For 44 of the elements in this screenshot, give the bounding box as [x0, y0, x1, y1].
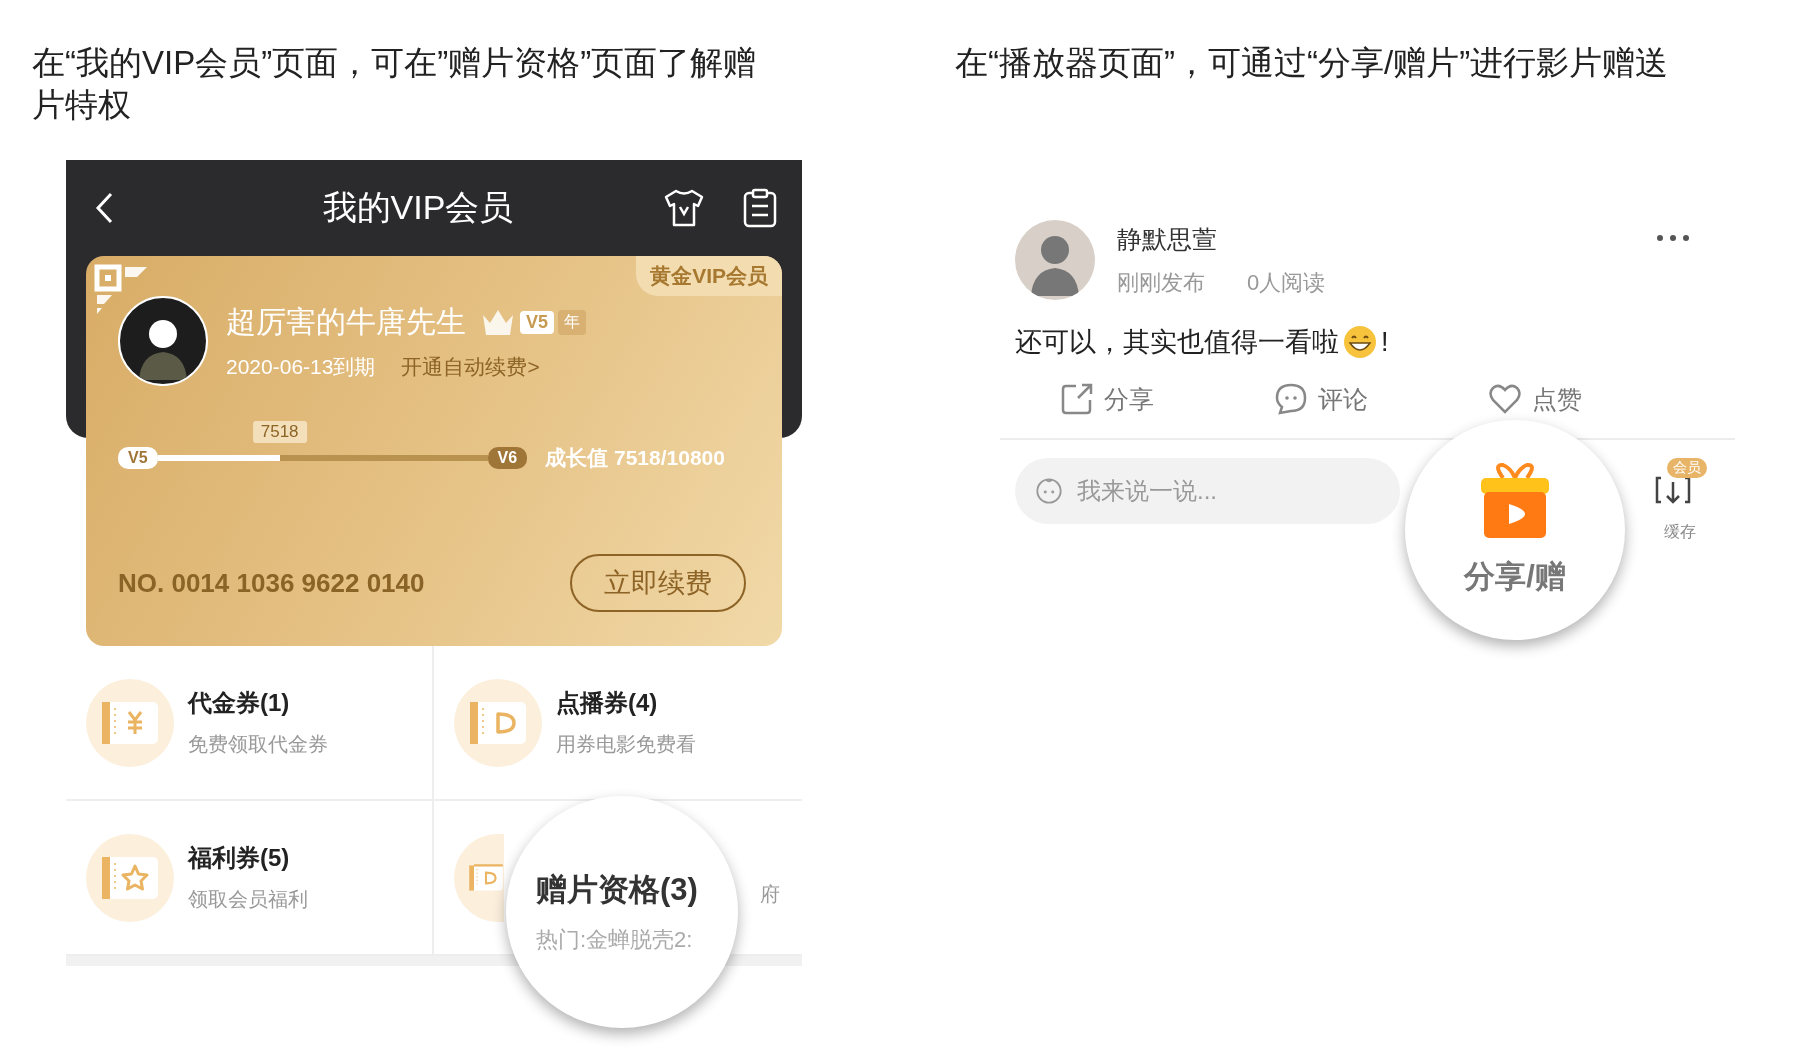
- post-time: 刚刚发布: [1117, 268, 1205, 297]
- coupon-title: 点播券(4): [556, 688, 659, 718]
- grin-emoji-icon: [1343, 325, 1377, 359]
- heart-icon: [1488, 382, 1522, 416]
- coupon-title: 福利券(5): [188, 843, 291, 873]
- author-name[interactable]: 静默思萱: [1117, 222, 1634, 256]
- growth-value: 成长值 7518/10800: [545, 445, 725, 471]
- tier-badge: 黄金VIP会员: [636, 256, 782, 296]
- clipboard-icon[interactable]: [742, 188, 778, 228]
- coupon-description: 免费领取代金券: [188, 732, 328, 757]
- year-badge: 年: [558, 309, 587, 335]
- page-title: 我的VIP会员: [321, 187, 515, 228]
- level-badge: V6: [487, 447, 528, 469]
- cache-button[interactable]: 会员 缓存: [1653, 458, 1707, 543]
- coupon-title: 代金券(1): [188, 688, 291, 718]
- comment-icon: [1274, 382, 1308, 416]
- renew-button[interactable]: 立即续费: [570, 554, 746, 612]
- caption-text: 在“我的VIP会员”页面，可在”赠片资格”页面了解赠片特权: [32, 43, 758, 126]
- more-icon[interactable]: [1656, 234, 1690, 242]
- card-number: NO. 0014 1036 9622 0140: [118, 567, 425, 599]
- read-count: 0人阅读: [1247, 268, 1326, 297]
- post-text-end: !: [1381, 326, 1389, 358]
- level-badge: V5: [520, 310, 555, 334]
- username: 超厉害的牛唐先生: [226, 303, 466, 340]
- post-text: 还可以，其实也值得一看啦: [1015, 326, 1339, 359]
- share-gift-label[interactable]: 分享/赠: [1464, 556, 1566, 598]
- coupon-description: 领取会员福利: [188, 887, 308, 912]
- share-icon: [1060, 382, 1094, 416]
- comment-button[interactable]: 评论: [1274, 382, 1368, 416]
- comment-input-field[interactable]: 我来说一说...: [1015, 458, 1400, 524]
- progress-value-tag: 7518: [252, 421, 307, 443]
- auto-renew-link[interactable]: 开通自动续费>: [401, 352, 540, 381]
- share-button[interactable]: 分享: [1060, 382, 1154, 416]
- expiry-date: 2020-06-13到期: [226, 353, 376, 380]
- like-button[interactable]: 点赞: [1488, 382, 1582, 416]
- coupon-description: 用券电影免费看: [556, 732, 696, 757]
- back-icon[interactable]: [94, 191, 114, 225]
- coupon-description: 府: [760, 882, 780, 907]
- gift-eligibility-description: 热门:金蝉脱壳2:: [536, 926, 694, 954]
- member-badge: 会员: [1667, 458, 1707, 478]
- caption-text: 在“播放器页面”，可通过“分享/赠片”进行影片赠送: [955, 43, 1670, 83]
- tshirt-icon[interactable]: [662, 188, 706, 228]
- level-badge: V5: [118, 447, 158, 469]
- gift-eligibility-title: 赠片资格(3): [536, 871, 699, 909]
